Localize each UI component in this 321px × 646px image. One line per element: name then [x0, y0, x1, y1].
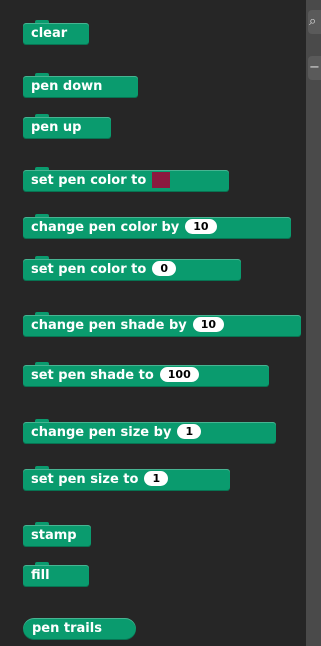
set-pen-size-label: set pen size to	[31, 472, 139, 487]
blocks-palette: clear pen down pen up set pen color to c…	[0, 0, 306, 646]
set-pen-size-input[interactable]: 1	[144, 471, 169, 486]
pen-trails-label: pen trails	[32, 621, 102, 636]
pen-down-block[interactable]: pen down	[23, 73, 138, 98]
change-pen-color-input[interactable]: 10	[185, 219, 217, 234]
fill-block[interactable]: fill	[23, 562, 89, 587]
change-pen-color-block[interactable]: change pen color by 10	[23, 214, 291, 239]
set-pen-size-block[interactable]: set pen size to 1	[23, 466, 230, 491]
change-pen-color-label: change pen color by	[31, 220, 180, 235]
clear-label: clear	[31, 26, 68, 41]
set-pen-shade-block[interactable]: set pen shade to 100	[23, 362, 269, 387]
set-pen-color-label: set pen color to	[31, 173, 147, 188]
change-pen-size-block[interactable]: change pen size by 1	[23, 419, 276, 444]
pen-up-block[interactable]: pen up	[23, 114, 111, 139]
change-pen-size-label: change pen size by	[31, 425, 172, 440]
search-icon[interactable]: ⌕	[308, 10, 321, 34]
clear-block[interactable]: clear	[23, 20, 89, 45]
pen-up-label: pen up	[31, 120, 82, 135]
set-pen-color-number-label: set pen color to	[31, 262, 147, 277]
pen-trails-reporter[interactable]: pen trails	[23, 618, 136, 640]
change-pen-shade-input[interactable]: 10	[192, 317, 225, 332]
palette-side-bar: ⌕ −	[306, 0, 321, 646]
pen-down-label: pen down	[31, 79, 103, 94]
minus-icon[interactable]: −	[308, 56, 321, 80]
set-pen-color-number-input[interactable]: 0	[152, 261, 176, 276]
set-pen-color-number-block[interactable]: set pen color to 0	[23, 256, 241, 281]
stamp-label: stamp	[31, 528, 77, 543]
change-pen-shade-block[interactable]: change pen shade by 10	[23, 312, 301, 337]
set-pen-shade-label: set pen shade to	[31, 368, 154, 383]
change-pen-shade-label: change pen shade by	[31, 318, 187, 333]
change-pen-size-input[interactable]: 1	[177, 424, 202, 439]
stamp-block[interactable]: stamp	[23, 522, 91, 547]
set-pen-shade-input[interactable]: 100	[159, 367, 199, 382]
pen-color-swatch[interactable]	[152, 171, 171, 188]
set-pen-color-block[interactable]: set pen color to	[23, 167, 229, 192]
fill-label: fill	[31, 568, 50, 583]
